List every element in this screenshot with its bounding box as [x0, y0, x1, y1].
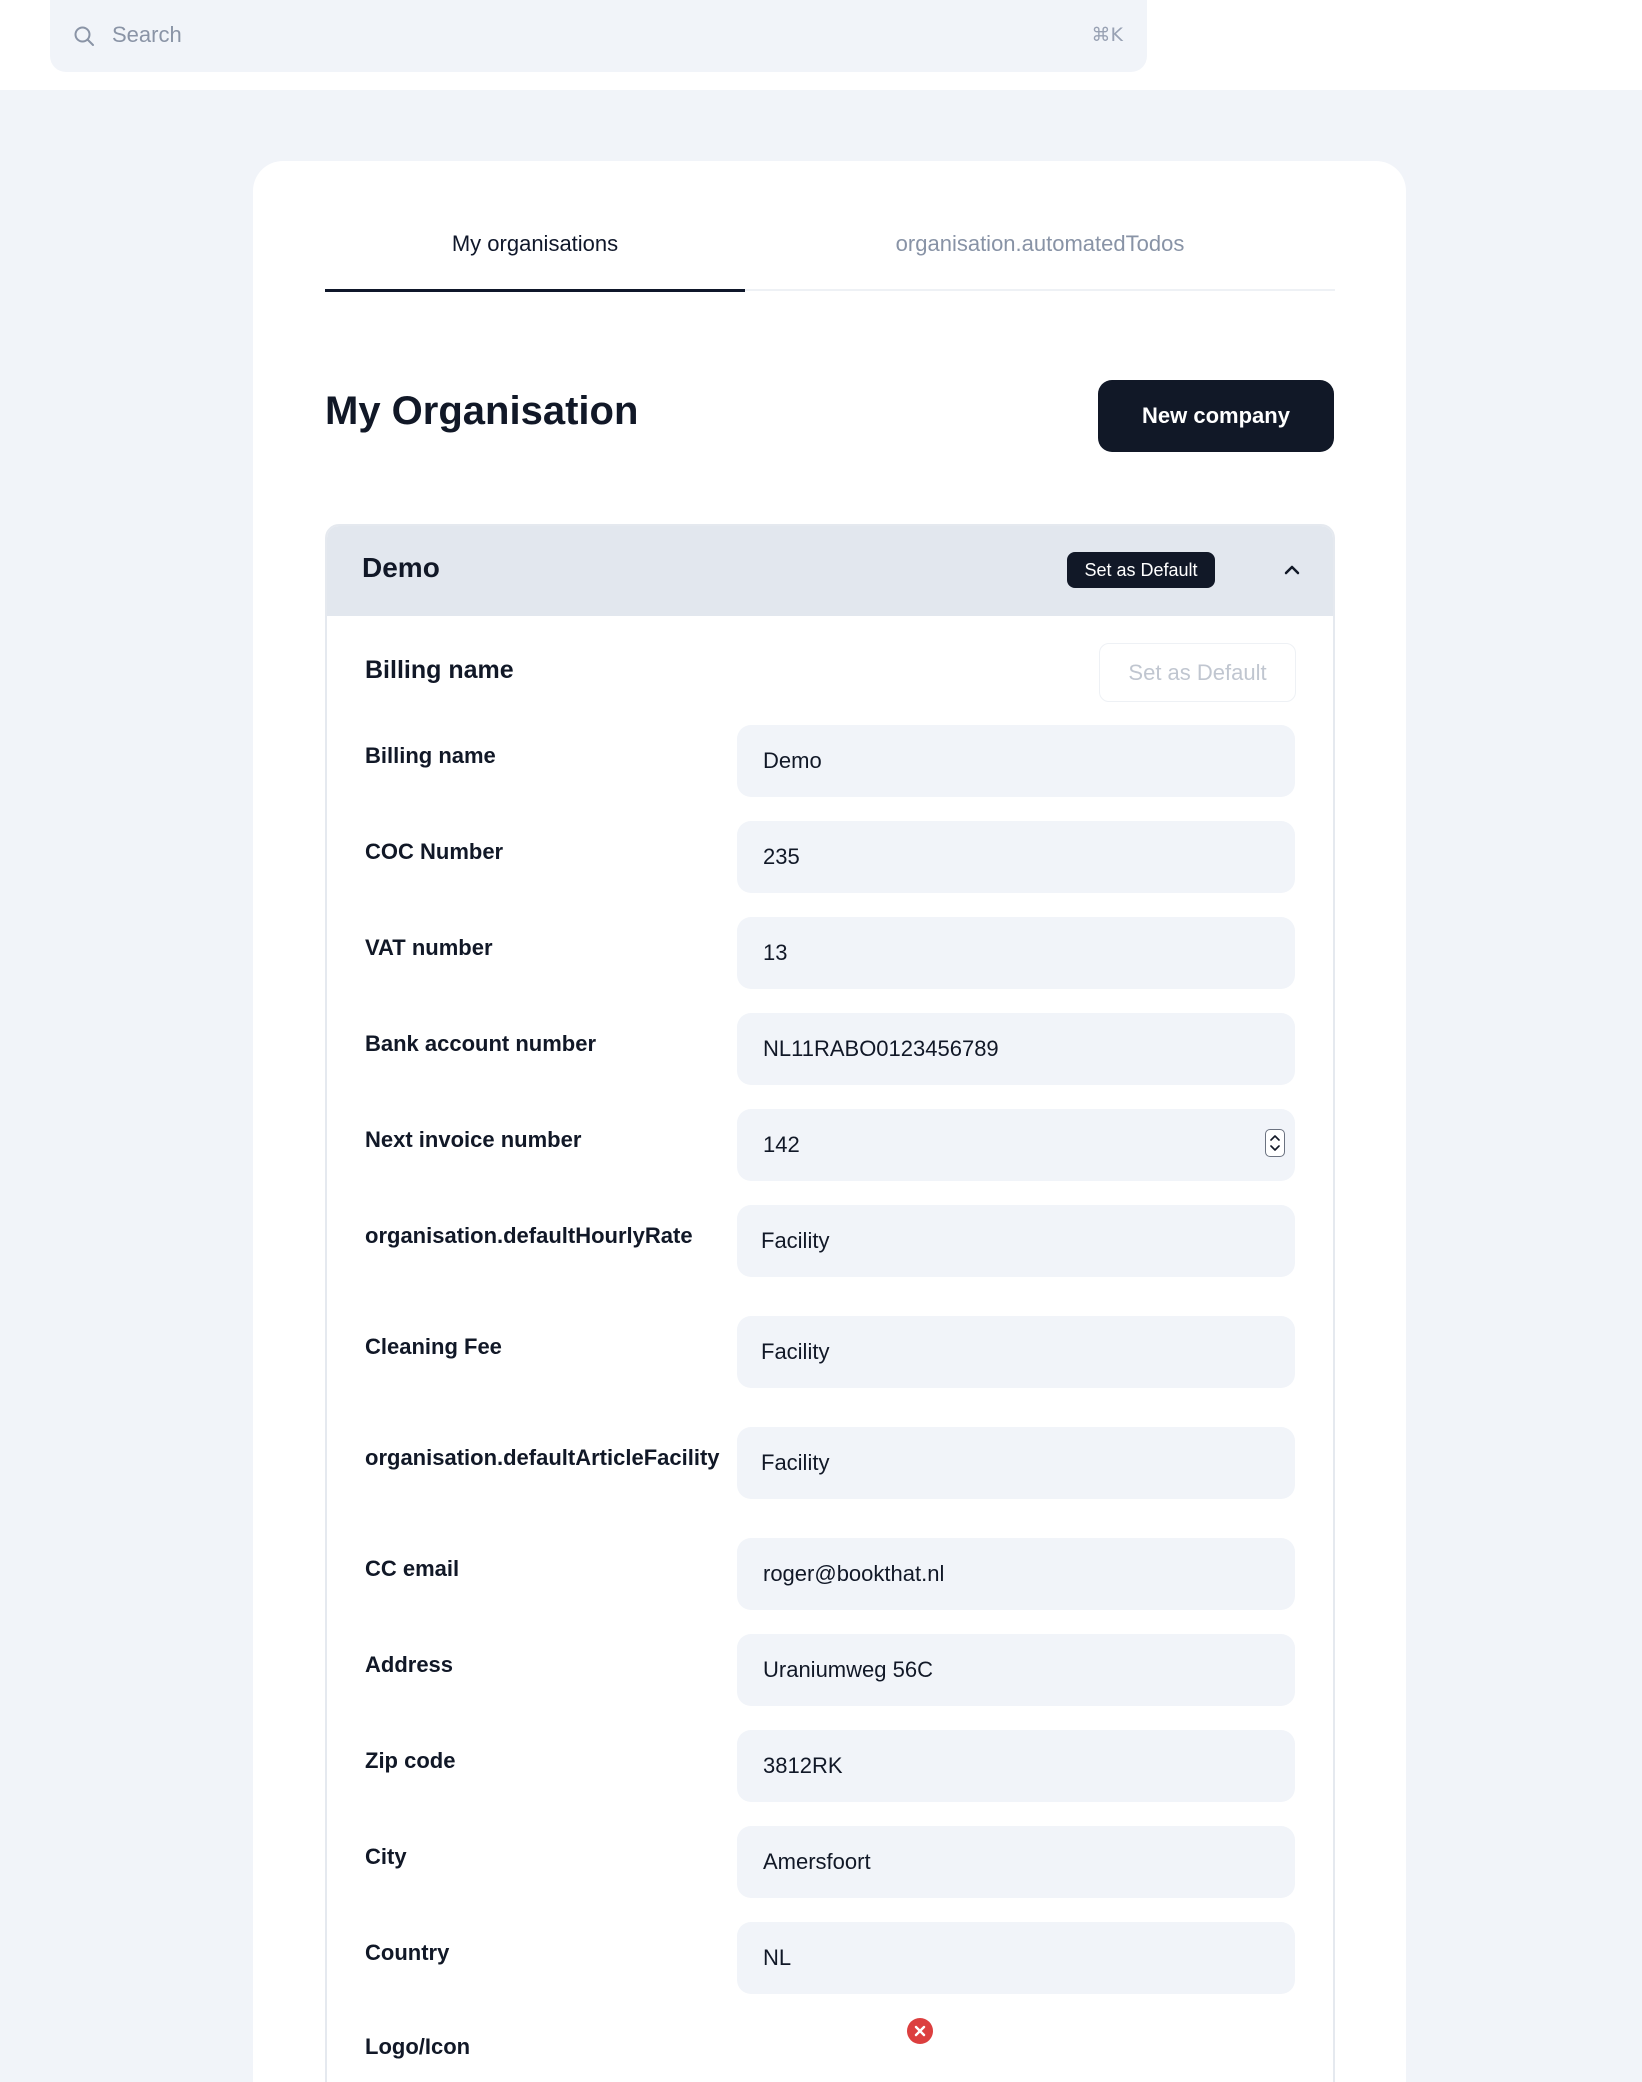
default-article-facility-label: organisation.defaultArticleFacility	[365, 1445, 720, 1470]
coc-number-label: COC Number	[365, 839, 504, 864]
set-as-default-button[interactable]: Set as Default	[1099, 643, 1296, 702]
cleaning-fee-label: Cleaning Fee	[365, 1334, 502, 1359]
section-title: Billing name	[365, 656, 514, 684]
tab-automated-todos[interactable]: organisation.automatedTodos	[745, 229, 1335, 291]
search-shortcut: ⌘K	[1091, 24, 1123, 46]
vat-number-label: VAT number	[365, 935, 493, 960]
next-invoice-number-value: 142	[763, 1132, 800, 1157]
top-bar: Search ⌘K	[0, 0, 1642, 90]
city-label: City	[365, 1844, 407, 1869]
chevron-up-icon[interactable]	[1280, 558, 1304, 582]
tab-my-organisations[interactable]: My organisations	[325, 229, 745, 292]
cc-email-input[interactable]: roger@bookthat.nl	[737, 1538, 1295, 1610]
set-as-default-badge[interactable]: Set as Default	[1067, 552, 1215, 588]
next-invoice-number-label: Next invoice number	[365, 1127, 582, 1152]
new-company-button[interactable]: New company	[1098, 380, 1334, 452]
billing-name-input[interactable]: Demo	[737, 725, 1295, 797]
bank-account-label: Bank account number	[365, 1031, 597, 1056]
zip-code-label: Zip code	[365, 1748, 456, 1773]
country-input[interactable]: NL	[737, 1922, 1295, 1994]
coc-number-input[interactable]: 235	[737, 821, 1295, 893]
cc-email-label: CC email	[365, 1556, 460, 1581]
number-stepper[interactable]	[1265, 1129, 1285, 1157]
search-icon	[74, 26, 94, 46]
vat-number-input[interactable]: 13	[737, 917, 1295, 989]
organisation-panel: Demo Set as Default Billing name Set as …	[325, 524, 1335, 2082]
organisation-name: Demo	[362, 552, 440, 583]
address-label: Address	[365, 1652, 454, 1677]
remove-icon[interactable]	[907, 2018, 933, 2044]
organisation-header[interactable]: Demo Set as Default	[327, 526, 1333, 616]
page-title: My Organisation	[325, 389, 639, 433]
billing-name-label: Billing name	[365, 743, 496, 768]
next-invoice-number-input[interactable]: 142	[737, 1109, 1295, 1181]
country-label: Country	[365, 1940, 450, 1965]
search-bar[interactable]: Search ⌘K	[50, 0, 1147, 72]
cleaning-fee-select[interactable]: Facility	[737, 1316, 1295, 1388]
organisation-card: My organisations organisation.automatedT…	[253, 161, 1406, 2082]
default-hourly-rate-label: organisation.defaultHourlyRate	[365, 1223, 693, 1248]
logo-label: Logo/Icon	[365, 2034, 471, 2059]
default-article-facility-select[interactable]: Facility	[737, 1427, 1295, 1499]
tab-bar: My organisations organisation.automatedT…	[325, 229, 1335, 292]
default-hourly-rate-select[interactable]: Facility	[737, 1205, 1295, 1277]
zip-code-input[interactable]: 3812RK	[737, 1730, 1295, 1802]
bank-account-input[interactable]: NL11RABO0123456789	[737, 1013, 1295, 1085]
city-input[interactable]: Amersfoort	[737, 1826, 1295, 1898]
search-placeholder: Search	[112, 22, 182, 47]
address-input[interactable]: Uraniumweg 56C	[737, 1634, 1295, 1706]
